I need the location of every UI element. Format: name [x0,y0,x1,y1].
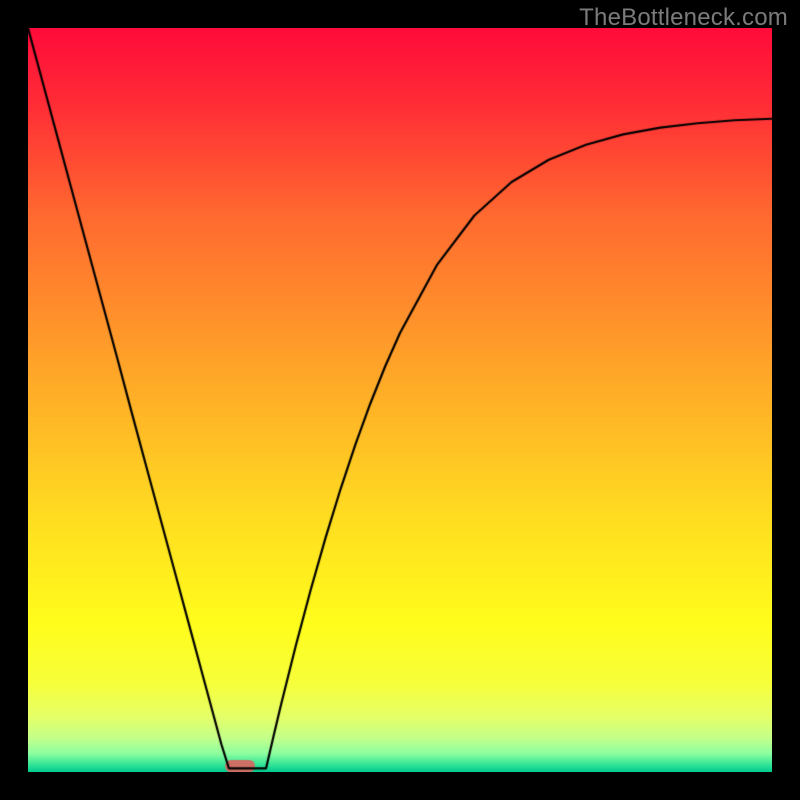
chart-frame: TheBottleneck.com [0,0,800,800]
plot-area [28,28,772,772]
watermark-label: TheBottleneck.com [579,4,788,32]
chart-canvas [28,28,772,772]
